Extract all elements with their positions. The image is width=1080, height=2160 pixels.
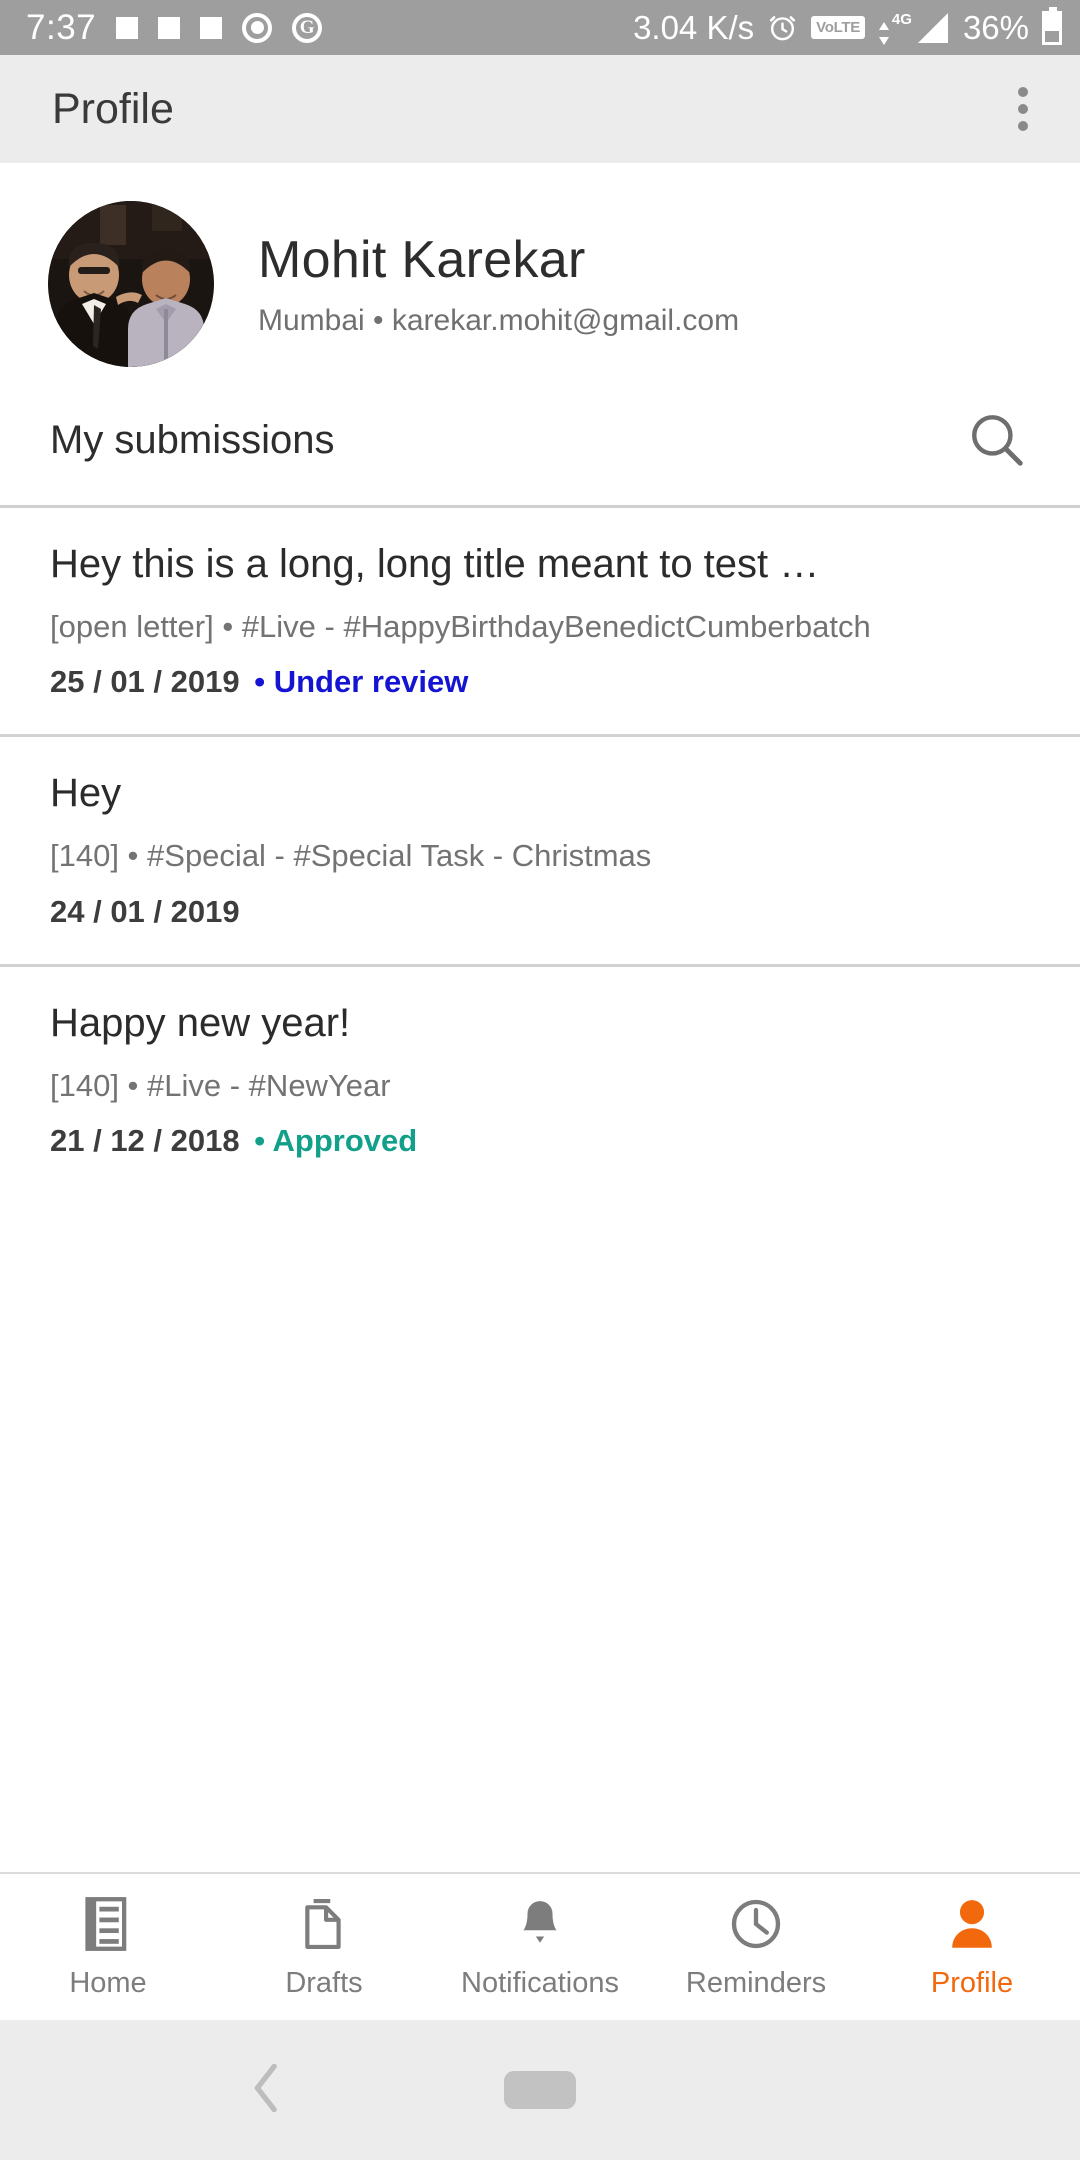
status-bar-right: 3.04 K/s VoLTE 4G 36% (633, 6, 1062, 47)
home-pill-icon[interactable] (504, 2071, 576, 2109)
network-type-label: 4G (891, 10, 912, 28)
status-badge: • Under review (254, 664, 469, 700)
status-badge: • Approved (254, 1123, 418, 1159)
overflow-dot (1018, 104, 1028, 114)
profile-name: Mohit Karekar (258, 231, 586, 289)
submission-footer: 25 / 01 / 2019 • Under review (50, 664, 1032, 700)
nav-label: Reminders (685, 1966, 827, 1999)
submission-item[interactable]: Hey this is a long, long title meant to … (0, 508, 1080, 735)
circle-record-icon (242, 12, 273, 43)
nav-label: Home (69, 1966, 147, 1999)
nav-item-profile[interactable]: Profile (864, 1895, 1080, 2000)
nav-label: Notifications (461, 1966, 619, 1999)
profile-meta: Mumbai • karekar.mohit@gmail.com (258, 304, 740, 337)
system-navigation-bar (0, 2020, 1080, 2160)
submissions-list: Hey this is a long, long title meant to … (0, 508, 1080, 1872)
network-speed-text: 3.04 K/s (633, 8, 755, 46)
overflow-dot (1018, 121, 1028, 131)
submission-footer: 24 / 01 / 2019 (50, 894, 1032, 930)
nav-item-notifications[interactable]: Notifications (432, 1895, 648, 2000)
back-chevron-icon[interactable] (252, 2063, 282, 2117)
notification-square-icon (200, 16, 223, 39)
volte-icon: VoLTE (811, 16, 865, 39)
nav-item-home[interactable]: Home (0, 1895, 216, 2000)
submission-item[interactable]: Hey [140] • #Special - #Special Task - C… (0, 737, 1080, 964)
overflow-dot (1018, 87, 1028, 97)
bell-icon (515, 1895, 565, 1953)
profile-header: Mohit Karekar Mumbai • karekar.mohit@gma… (0, 163, 1080, 391)
nav-item-drafts[interactable]: Drafts (216, 1895, 432, 2000)
page-title: Profile (52, 84, 174, 133)
submission-subtitle: [140] • #Special - #Special Task - Chris… (50, 838, 652, 874)
battery-percent-text: 36% (962, 8, 1029, 46)
profile-info: Mohit Karekar Mumbai • karekar.mohit@gma… (258, 230, 739, 338)
submissions-title: My submissions (50, 417, 335, 462)
submission-subtitle: [140] • #Live - #NewYear (50, 1067, 391, 1103)
search-icon[interactable] (960, 403, 1034, 477)
overflow-menu-button[interactable] (1002, 73, 1044, 145)
google-icon: G (292, 12, 323, 43)
submission-title: Hey this is a long, long title meant to … (50, 542, 820, 586)
app-screen: 7:37 G 3.04 K/s VoLTE 4G 36% Profile Moh… (0, 0, 1080, 2160)
avatar[interactable] (48, 201, 214, 367)
submission-date: 25 / 01 / 2019 (50, 664, 240, 700)
submission-date: 21 / 12 / 2018 (50, 1123, 240, 1159)
nav-item-reminders[interactable]: Reminders (648, 1895, 864, 2000)
submission-subtitle: [open letter] • #Live - #HappyBirthdayBe… (50, 608, 871, 644)
submission-title: Hey (50, 771, 122, 816)
home-feed-icon (82, 1895, 134, 1953)
status-bar: 7:37 G 3.04 K/s VoLTE 4G 36% (0, 0, 1080, 55)
app-bar: Profile (0, 55, 1080, 163)
signal-icon: 4G (878, 11, 950, 45)
bottom-navigation: Home Drafts Notifications Reminders Prof… (0, 1872, 1080, 2020)
avatar-image (48, 201, 214, 367)
alarm-icon (767, 12, 798, 43)
notification-square-icon (116, 16, 139, 39)
person-icon (946, 1895, 998, 1953)
nav-label: Drafts (285, 1966, 363, 1999)
clock-icon (729, 1895, 783, 1953)
documents-icon (299, 1895, 349, 1953)
submission-title: Happy new year! (50, 1000, 351, 1045)
notification-square-icon (158, 16, 181, 39)
submissions-header: My submissions (0, 391, 1080, 505)
submission-footer: 21 / 12 / 2018 • Approved (50, 1123, 1032, 1159)
status-bar-clock: 7:37 (26, 7, 97, 47)
battery-icon (1042, 6, 1062, 45)
status-bar-left: 7:37 G (26, 7, 323, 48)
submission-date: 24 / 01 / 2019 (50, 893, 240, 929)
submission-item[interactable]: Happy new year! [140] • #Live - #NewYear… (0, 966, 1080, 1194)
nav-label: Profile (930, 1966, 1014, 1999)
